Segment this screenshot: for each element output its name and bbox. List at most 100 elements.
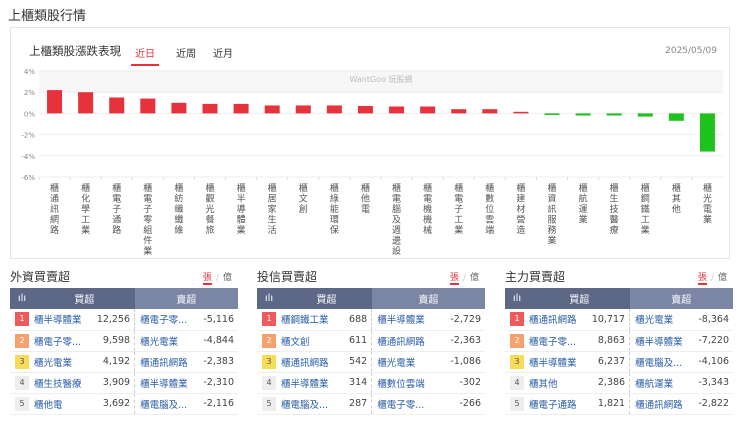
rank-badge: 4 — [262, 375, 276, 390]
x-tick-label: 櫃電機機械 — [423, 182, 432, 236]
table-row: 2 櫃電子零... 8,863 櫃半導體業 -7,220 — [505, 330, 733, 352]
x-tick-label: 櫃文創 — [299, 182, 308, 215]
buy-sector-link[interactable]: 櫃電子通路 — [529, 393, 586, 415]
buy-sector-link[interactable]: 櫃電子零... — [529, 330, 586, 352]
x-tick-label: 櫃電子工業 — [454, 182, 463, 236]
section-trust: 投信買賣超 張 / 億 ılı 買超 賣超 1 櫃鋼鐵工業 688 櫃半導體業 -2,72… — [257, 268, 485, 415]
buy-sector-link[interactable]: 櫃生技醫療 — [34, 372, 91, 394]
header-sell: 賣超 — [134, 288, 238, 309]
sell-sector-link[interactable]: 櫃半導體業 — [629, 330, 693, 352]
y-tick-label: 4% — [24, 68, 35, 76]
buy-sector-link[interactable]: 櫃電腦及... — [281, 393, 343, 415]
sell-sector-link[interactable]: 櫃電子零... — [371, 393, 441, 415]
sell-value: -5,116 — [197, 309, 238, 331]
table-row: 1 櫃通訊網路 10,717 櫃光電業 -8,364 — [505, 309, 733, 331]
bar — [109, 97, 125, 114]
buy-value: 3,909 — [90, 372, 135, 394]
bar — [420, 106, 436, 114]
sell-sector-link[interactable]: 櫃航運業 — [629, 372, 693, 394]
y-tick-label: -4% — [21, 153, 35, 161]
buy-value: 314 — [342, 372, 372, 394]
buy-value: 8,863 — [585, 330, 630, 352]
buy-sector-link[interactable]: 櫃通訊網路 — [529, 309, 586, 331]
rank-badge: 1 — [510, 312, 524, 327]
unit-shares[interactable]: 張 — [449, 273, 459, 285]
buy-sector-link[interactable]: 櫃電子零... — [34, 330, 91, 352]
unit-amount[interactable]: 億 — [470, 273, 479, 283]
bar — [357, 105, 373, 114]
unit-shares[interactable]: 張 — [697, 273, 707, 285]
sell-sector-link[interactable]: 櫃通訊網路 — [134, 351, 198, 373]
unit-sep: / — [462, 273, 466, 283]
rank-badge: 5 — [262, 396, 276, 411]
buy-sector-link[interactable]: 櫃半導體業 — [34, 309, 91, 331]
bar — [326, 105, 342, 114]
unit-amount[interactable]: 億 — [223, 273, 232, 283]
rank-badge: 2 — [15, 333, 29, 348]
table-row: 1 櫃鋼鐵工業 688 櫃半導體業 -2,729 — [257, 309, 485, 331]
x-tick-label: 櫃其他 — [672, 182, 681, 215]
rank-badge: 2 — [510, 333, 524, 348]
table-row: 5 櫃電子通路 1,821 櫃通訊網路 -2,822 — [505, 393, 733, 415]
header-sell: 賣超 — [371, 288, 485, 309]
x-tick-label: 櫃生技醫療 — [610, 182, 619, 236]
header-buy: 買超 — [281, 288, 372, 309]
buy-sector-link[interactable]: 櫃通訊網路 — [281, 351, 343, 373]
header-buy: 買超 — [529, 288, 630, 309]
table-row: 4 櫃半導體業 314 櫃數位雲端 -302 — [257, 372, 485, 394]
y-tick-label: -6% — [21, 174, 35, 182]
sell-sector-link[interactable]: 櫃光電業 — [134, 330, 198, 352]
bar — [699, 113, 715, 152]
chart-icon[interactable]: ılı — [10, 288, 34, 309]
sell-sector-link[interactable]: 櫃通訊網路 — [629, 393, 693, 415]
buy-sector-link[interactable]: 櫃半導體業 — [281, 372, 343, 394]
x-tick-label: 櫃資訊服務業 — [547, 182, 556, 247]
buy-value: 10,717 — [585, 309, 630, 331]
x-tick-label: 櫃建材營造 — [516, 182, 525, 236]
bar — [171, 102, 187, 114]
sell-value: -2,383 — [197, 351, 238, 373]
buy-sector-link[interactable]: 櫃文創 — [281, 330, 343, 352]
sell-sector-link[interactable]: 櫃通訊網路 — [371, 330, 441, 352]
unit-shares[interactable]: 張 — [202, 273, 212, 285]
net-buy-sell-table: ılı 買超 賣超 1 櫃通訊網路 10,717 櫃光電業 -8,364 2 櫃電子零.… — [505, 288, 733, 415]
rank-badge: 1 — [262, 312, 276, 327]
x-tick-label: 櫃他電 — [361, 182, 370, 215]
table-row: 5 櫃他電 3,692 櫃電腦及... -2,116 — [10, 393, 238, 415]
rank-badge: 5 — [510, 396, 524, 411]
unit-sep: / — [710, 273, 714, 283]
buy-sector-link[interactable]: 櫃鋼鐵工業 — [281, 309, 343, 331]
watermark: WantGoo 玩股網 — [349, 74, 412, 84]
bar — [295, 105, 311, 114]
bar — [668, 113, 684, 121]
x-tick-label: 櫃半導體業 — [237, 182, 246, 236]
buy-sector-link[interactable]: 櫃半導體業 — [529, 351, 586, 373]
buy-sector-link[interactable]: 櫃他電 — [34, 393, 91, 415]
sell-sector-link[interactable]: 櫃光電業 — [371, 351, 441, 373]
sell-sector-link[interactable]: 櫃數位雲端 — [371, 372, 441, 394]
unit-amount[interactable]: 億 — [718, 273, 727, 283]
buy-sector-link[interactable]: 櫃其他 — [529, 372, 586, 394]
sell-sector-link[interactable]: 櫃半導體業 — [134, 372, 198, 394]
table-row: 2 櫃文創 611 櫃通訊網路 -2,363 — [257, 330, 485, 352]
rank-badge: 5 — [15, 396, 29, 411]
x-tick-label: 櫃化學工業 — [81, 182, 90, 236]
sell-sector-link[interactable]: 櫃半導體業 — [371, 309, 441, 331]
sell-sector-link[interactable]: 櫃電腦及... — [629, 351, 693, 373]
sell-value: -2,729 — [440, 309, 485, 331]
buy-sector-link[interactable]: 櫃光電業 — [34, 351, 91, 373]
chart-icon[interactable]: ılı — [505, 288, 529, 309]
table-row: 3 櫃半導體業 6,237 櫃電腦及... -4,106 — [505, 351, 733, 373]
sell-sector-link[interactable]: 櫃光電業 — [629, 309, 693, 331]
y-tick-label: 0% — [24, 110, 35, 118]
sell-value: -2,310 — [197, 372, 238, 394]
sell-sector-link[interactable]: 櫃電腦及... — [134, 393, 198, 415]
table-row: 1 櫃半導體業 12,256 櫃電子零... -5,116 — [10, 309, 238, 331]
sell-sector-link[interactable]: 櫃電子零... — [134, 309, 198, 331]
x-tick-label: 櫃電腦及週邊設 — [392, 182, 401, 257]
x-tick-label: 櫃航運業 — [579, 182, 588, 226]
unit-sep: / — [215, 273, 219, 283]
chart-icon[interactable]: ılı — [257, 288, 281, 309]
bar — [606, 113, 622, 116]
bar — [264, 105, 280, 114]
